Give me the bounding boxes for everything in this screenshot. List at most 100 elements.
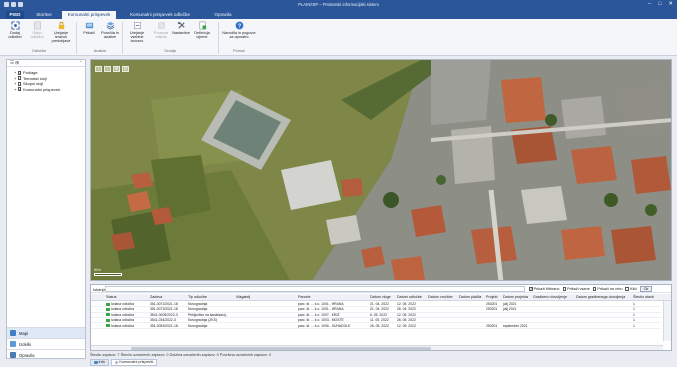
column-header[interactable] bbox=[93, 294, 103, 300]
tab-info[interactable]: Info bbox=[90, 359, 109, 366]
column-header[interactable]: Projekt bbox=[485, 294, 501, 300]
table-cell: Izdana odločba bbox=[105, 318, 147, 322]
layers-panel-toolbar[interactable]: ☰ ⊞ bbox=[10, 60, 19, 65]
edit-export-button[interactable]: Urejanje vsebine izvozov bbox=[124, 21, 150, 44]
option-label: Prikaži filtrirano bbox=[533, 286, 560, 291]
reports-button[interactable]: Poročila in analize bbox=[99, 21, 121, 39]
layer-checkbox[interactable]: ✓ bbox=[17, 70, 22, 75]
column-header[interactable]: Tip odločbe bbox=[187, 294, 233, 300]
record-stats: Število zapisov: 7 Število označenih zap… bbox=[90, 353, 272, 357]
open-decision-button[interactable]: Odpri odločbo bbox=[26, 21, 48, 39]
table-cell: 11. 05. 2022 bbox=[370, 318, 389, 323]
map-view[interactable]: + − ✥ ⊡ 50 m bbox=[90, 59, 672, 281]
help-button[interactable]: ? Navodila in pogovor za uporabo bbox=[222, 21, 256, 39]
close-button[interactable]: ✕ bbox=[668, 1, 673, 7]
checkbox[interactable] bbox=[625, 286, 630, 291]
nav-label: Mapi bbox=[19, 330, 29, 336]
option-label: Kliči bbox=[630, 286, 638, 291]
maximize-button[interactable]: □ bbox=[658, 1, 661, 7]
settlement-label: Poravna odkrila bbox=[153, 31, 169, 40]
table-cell bbox=[485, 313, 501, 317]
tab-file[interactable]: PISO bbox=[6, 11, 24, 19]
column-header[interactable]: Vlagatelj bbox=[235, 294, 295, 300]
column-header[interactable]: Datum plačila bbox=[458, 294, 484, 300]
zoom-out-icon[interactable]: − bbox=[104, 66, 111, 72]
column-header[interactable]: Datum gradbenega dovoljenja bbox=[575, 294, 631, 300]
tab-komunalni-prispevki[interactable]: Komunalni prispevki bbox=[110, 359, 158, 366]
list-icon bbox=[114, 360, 119, 365]
search-input[interactable] bbox=[105, 286, 525, 292]
column-header[interactable]: Število stavb bbox=[632, 294, 660, 300]
status-icon bbox=[106, 318, 110, 322]
option-filtered[interactable]: ✓ Prikaži filtrirano bbox=[529, 287, 560, 291]
edit-precalc-label: Urejanje izračun predobjave bbox=[51, 31, 71, 44]
table-cell: 1 bbox=[633, 312, 635, 317]
table-cell: 351-0072/2021-18 bbox=[150, 302, 178, 306]
status-text: Izdana odločba bbox=[111, 307, 134, 312]
checkbox[interactable] bbox=[562, 286, 567, 291]
pan-icon[interactable]: ✥ bbox=[113, 66, 120, 72]
option-all[interactable]: Prikaži vsane bbox=[562, 286, 590, 291]
layer-checkbox[interactable]: ✓ bbox=[17, 87, 22, 92]
layer-tree: + ✓ Podlage + Tematski sloji + Skupni sl… bbox=[7, 67, 85, 92]
checkbox[interactable]: ✓ bbox=[529, 286, 533, 291]
status-text: Izdana odločba bbox=[111, 323, 134, 328]
panel-pin-icon[interactable]: ⌃ bbox=[79, 60, 83, 66]
nav-item-izdelki[interactable]: Izdelki bbox=[7, 338, 85, 349]
table-cell: 21. 04. 2022 bbox=[370, 307, 389, 312]
table-cell bbox=[235, 324, 295, 328]
vertical-scrollbar[interactable] bbox=[663, 301, 671, 341]
nav-label: Izdelki bbox=[19, 341, 31, 347]
layer-checkbox[interactable] bbox=[17, 81, 22, 86]
show-button[interactable]: Prikaži bbox=[78, 21, 100, 35]
checkbox[interactable] bbox=[592, 286, 597, 291]
column-header[interactable]: Gradbeno dovoljenje bbox=[532, 294, 574, 300]
tab-komunalni-prispevek[interactable]: Komunalni prispevek bbox=[62, 11, 116, 19]
minimize-button[interactable]: – bbox=[648, 1, 651, 7]
nav-item-mapi[interactable]: Mapi bbox=[7, 327, 85, 338]
column-header[interactable]: Datum projekta bbox=[502, 294, 531, 300]
table-cell bbox=[427, 313, 457, 317]
column-header[interactable]: Zadeva bbox=[149, 294, 185, 300]
column-header[interactable]: Parcele bbox=[297, 294, 367, 300]
definition-button[interactable]: Definicija izjeme bbox=[190, 21, 214, 39]
title-bar: PLAIN/ISP – Prostorski informacijski sis… bbox=[0, 0, 677, 10]
settlement-button[interactable]: Poravna odkrila bbox=[150, 21, 172, 39]
tab-komunalni-prispevek-odlocbe[interactable]: Komunalni prispevek odločbe bbox=[120, 11, 200, 19]
table-cell: 3541-034/2022-3 bbox=[150, 318, 176, 323]
table-cell bbox=[502, 313, 531, 317]
table-row[interactable]: Izdana odločba 351-0053/2021-18 Novogradnj… bbox=[91, 324, 661, 329]
table-row[interactable]: Izdana odločba 3541-034/2022-3 Novogradnja… bbox=[91, 318, 661, 324]
settings-button[interactable]: Nastavitve bbox=[170, 21, 192, 35]
nav-item-opravila[interactable]: Opravila bbox=[7, 349, 85, 360]
table-cell: Izdana odločba bbox=[105, 313, 147, 317]
layer-item-komunalni[interactable]: + ✓ Komunalni prispevek bbox=[14, 87, 85, 93]
zoom-in-icon[interactable]: + bbox=[95, 66, 102, 72]
scroll-thumb[interactable] bbox=[131, 347, 431, 350]
add-decision-button[interactable]: Dodaj odločbo bbox=[4, 21, 26, 39]
table-cell: Izdana odločba bbox=[105, 302, 147, 306]
tab-opravila[interactable]: Opravila bbox=[208, 11, 238, 19]
expand-icon[interactable]: + bbox=[14, 87, 16, 93]
table-cell: 12. 05. 2022 bbox=[397, 323, 416, 328]
column-header[interactable]: Datum vročitve bbox=[427, 294, 457, 300]
measure-icon[interactable]: ⊡ bbox=[122, 66, 129, 72]
open-decision-icon bbox=[33, 21, 41, 30]
layers-panel: ☰ ⊞ ⌃ + ✓ Podlage + Tematski sloji + Sku… bbox=[6, 59, 86, 359]
option-call[interactable]: Kliči bbox=[625, 287, 637, 291]
column-header[interactable]: Datum vloge bbox=[369, 294, 395, 300]
column-header[interactable]: Status bbox=[105, 294, 147, 300]
table-row[interactable]: Izdana odločba 351-0073/2021-18 Novogradnj… bbox=[91, 307, 661, 313]
ok-button[interactable]: Ok bbox=[640, 286, 653, 292]
status-icon bbox=[106, 324, 110, 328]
table-cell bbox=[427, 318, 457, 322]
map-scale-label: 50 m bbox=[94, 268, 102, 272]
tab-storitve[interactable]: Storitve bbox=[30, 11, 58, 19]
nav-label: Opravila bbox=[19, 352, 35, 358]
layer-checkbox[interactable] bbox=[17, 76, 22, 81]
horizontal-scrollbar[interactable] bbox=[91, 345, 663, 350]
table-cell bbox=[532, 313, 574, 317]
edit-precalc-button[interactable]: Urejanje izračun predobjave bbox=[50, 21, 72, 44]
option-top[interactable]: Prikaži na vrhu bbox=[592, 286, 622, 291]
column-header[interactable]: Datum odločbe bbox=[396, 294, 426, 300]
